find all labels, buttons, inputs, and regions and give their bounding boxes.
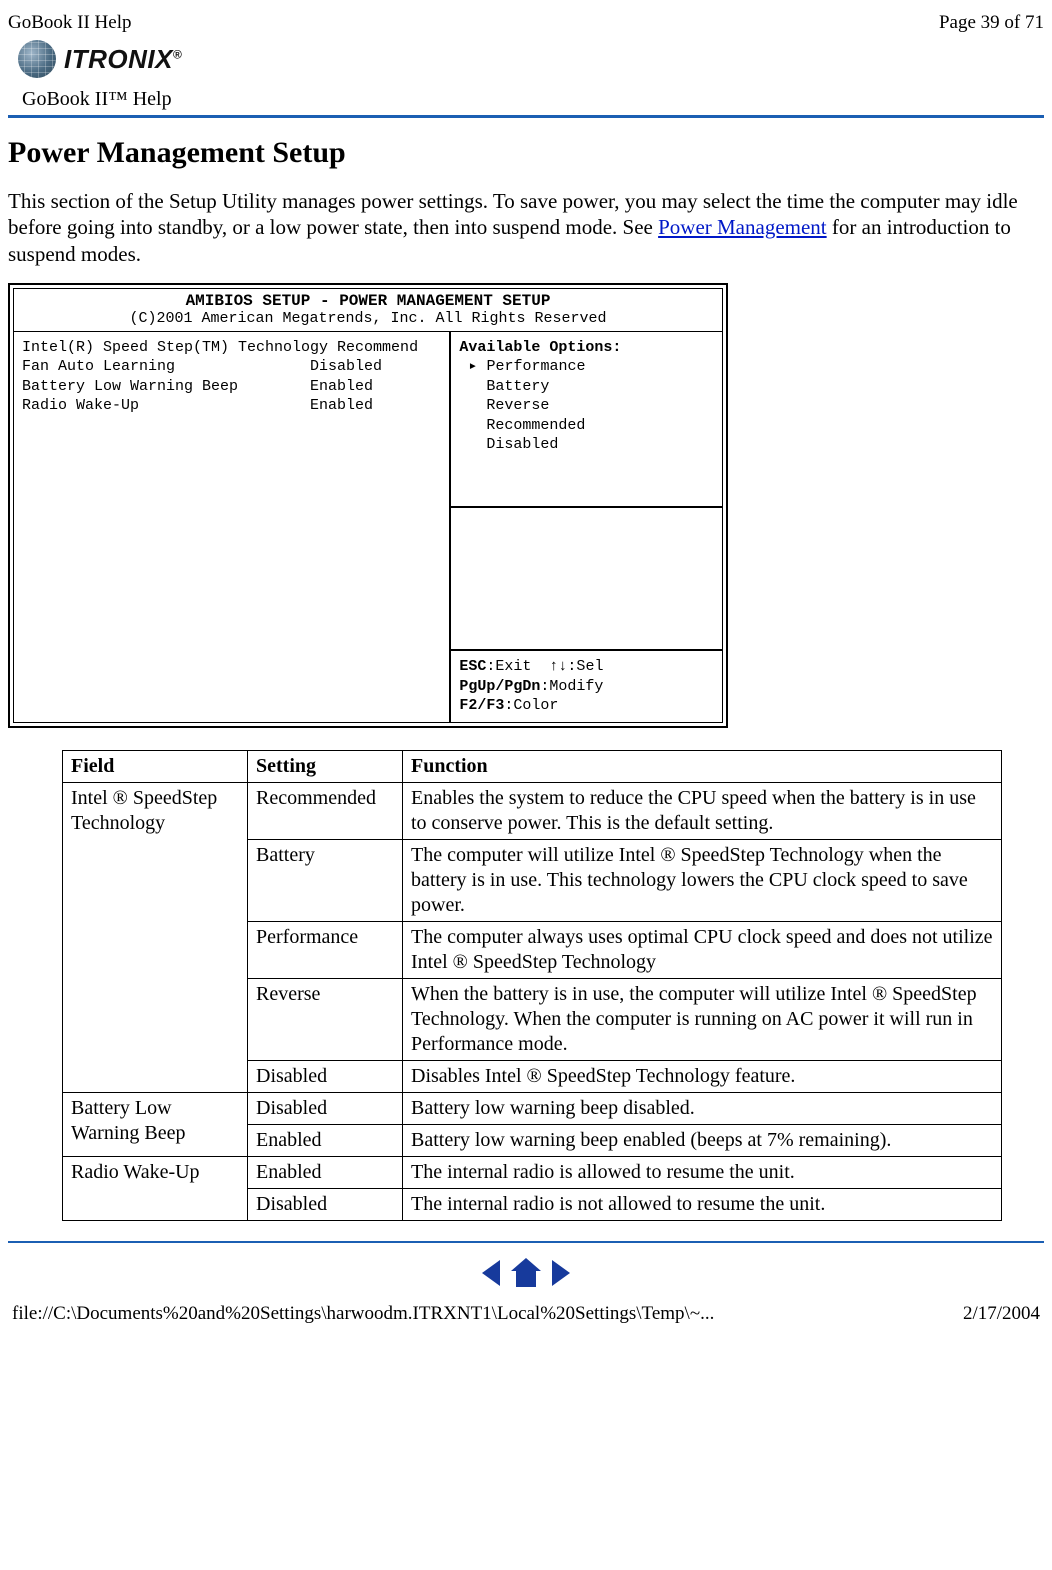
divider: [8, 115, 1044, 118]
cell-setting: Battery: [248, 839, 403, 921]
arrow-right-icon: [548, 1258, 574, 1288]
nav-next-button[interactable]: [548, 1259, 574, 1283]
col-field: Field: [63, 750, 248, 782]
cell-function: The computer will utilize Intel ® SpeedS…: [403, 839, 1002, 921]
cell-setting: Disabled: [248, 1092, 403, 1124]
nav-prev-button[interactable]: [478, 1259, 509, 1283]
settings-table: Field Setting Function Intel ® SpeedStep…: [62, 750, 1002, 1221]
table-row: Battery Low Warning Beep Disabled Batter…: [63, 1092, 1002, 1124]
cell-function: Disables Intel ® SpeedStep Technology fe…: [403, 1060, 1002, 1092]
bios-settings-list: Intel(R) Speed Step(TM) Technology Recom…: [14, 332, 451, 722]
bios-blank-area: [451, 508, 722, 651]
brand-name: ITRONIX®: [64, 44, 182, 75]
cell-function: Enables the system to reduce the CPU spe…: [403, 782, 1002, 839]
cell-setting: Recommended: [248, 782, 403, 839]
page-indicator: Page 39 of 71: [939, 12, 1044, 34]
brand-logo: ITRONIX®: [8, 40, 1044, 78]
cell-setting: Disabled: [248, 1060, 403, 1092]
bios-screenshot: AMIBIOS SETUP - POWER MANAGEMENT SETUP (…: [8, 283, 728, 728]
cell-function: The internal radio is not allowed to res…: [403, 1188, 1002, 1220]
footer-date: 2/17/2004: [963, 1303, 1040, 1325]
cell-field: Intel ® SpeedStep Technology: [63, 782, 248, 1092]
divider: [8, 1241, 1044, 1243]
bios-key-hints: ESC:Exit ↑↓:Sel PgUp/PgDn:Modify F2/F3:C…: [451, 651, 722, 722]
globe-icon: [18, 40, 56, 78]
arrow-left-icon: [478, 1258, 504, 1288]
doc-title: GoBook II Help: [8, 12, 131, 34]
table-header-row: Field Setting Function: [63, 750, 1002, 782]
power-management-link[interactable]: Power Management: [658, 215, 827, 239]
intro-paragraph: This section of the Setup Utility manage…: [8, 188, 1044, 267]
cell-setting: Reverse: [248, 978, 403, 1060]
page-title: Power Management Setup: [8, 136, 1044, 170]
cell-function: The internal radio is allowed to resume …: [403, 1156, 1002, 1188]
cell-setting: Disabled: [248, 1188, 403, 1220]
cell-field: Radio Wake-Up: [63, 1156, 248, 1220]
bios-title: AMIBIOS SETUP - POWER MANAGEMENT SETUP: [14, 289, 722, 310]
cell-setting: Performance: [248, 921, 403, 978]
col-setting: Setting: [248, 750, 403, 782]
bios-copyright: (C)2001 American Megatrends, Inc. All Ri…: [14, 310, 722, 332]
help-breadcrumb: GoBook II™ Help: [22, 88, 1044, 111]
footer-path: file://C:\Documents%20and%20Settings\har…: [12, 1303, 714, 1325]
cell-function: Battery low warning beep disabled.: [403, 1092, 1002, 1124]
cell-field: Battery Low Warning Beep: [63, 1092, 248, 1156]
cell-function: When the battery is in use, the computer…: [403, 978, 1002, 1060]
table-row: Radio Wake-Up Enabled The internal radio…: [63, 1156, 1002, 1188]
cell-function: The computer always uses optimal CPU clo…: [403, 921, 1002, 978]
col-function: Function: [403, 750, 1002, 782]
nav-home-button[interactable]: [509, 1259, 548, 1283]
bios-available-options: Available Options: ▸ Performance Battery…: [451, 332, 722, 508]
table-row: Intel ® SpeedStep Technology Recommended…: [63, 782, 1002, 839]
home-icon: [509, 1257, 543, 1289]
cell-setting: Enabled: [248, 1156, 403, 1188]
cell-function: Battery low warning beep enabled (beeps …: [403, 1124, 1002, 1156]
cell-setting: Enabled: [248, 1124, 403, 1156]
